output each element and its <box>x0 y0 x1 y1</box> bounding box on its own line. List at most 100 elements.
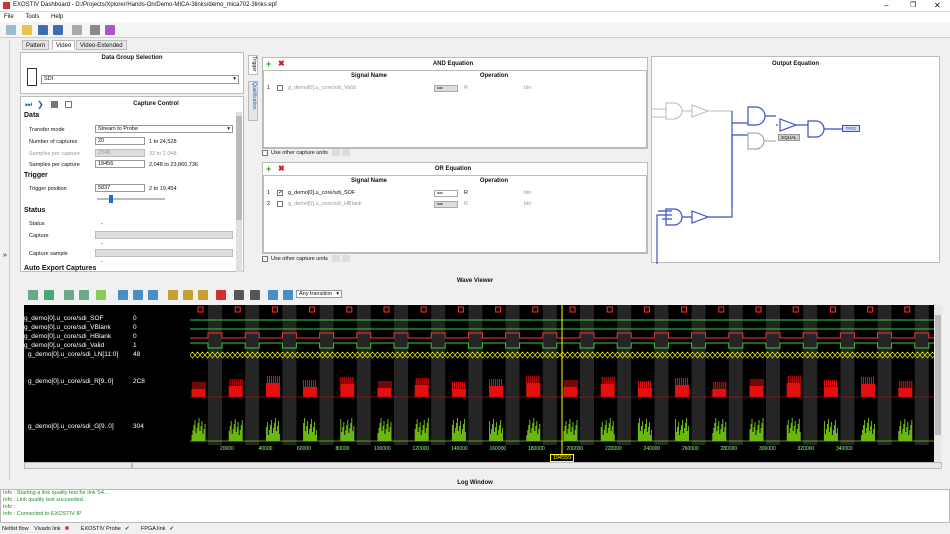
add-icon[interactable]: + <box>266 164 271 174</box>
menu-file[interactable]: File <box>4 14 14 20</box>
row-value[interactable]: R <box>464 83 468 93</box>
signal-name[interactable]: g_demo[0].u_core/sdi_VBlank <box>24 324 111 331</box>
capture-progress <box>95 231 233 239</box>
new-icon[interactable] <box>6 25 16 35</box>
prev-edge-icon[interactable] <box>268 290 278 300</box>
save-as-icon[interactable] <box>53 25 63 35</box>
signal-name[interactable]: g_demo[0].u_core/sdi_SOF <box>24 315 104 322</box>
row-value[interactable]: R <box>464 188 468 198</box>
trigger-slider-handle[interactable] <box>109 195 113 203</box>
blank-region <box>394 305 408 445</box>
wave-hscroll-main[interactable] <box>132 462 942 469</box>
marker-icon[interactable] <box>168 290 178 300</box>
mux-icon <box>27 68 37 86</box>
settings-icon[interactable] <box>90 25 100 35</box>
remove-icon[interactable]: ✖ <box>278 164 285 173</box>
menu-tools[interactable]: Tools <box>25 14 39 20</box>
row-checkbox[interactable] <box>277 201 283 207</box>
waveform-canvas[interactable]: 20000 40000 60000 80000 100000 120000 140000 16… <box>190 305 934 462</box>
tool-icon[interactable] <box>44 290 54 300</box>
op-select[interactable]: == <box>434 190 458 197</box>
next-edge-icon[interactable] <box>283 290 293 300</box>
time-tick-label: 120000 <box>412 446 430 452</box>
maximize-icon[interactable]: ❐ <box>910 1 916 9</box>
menu-help[interactable]: Help <box>51 14 63 20</box>
row-checkbox[interactable] <box>277 85 283 91</box>
signal-name[interactable]: g_demo[0].u_core/sdi_Valid <box>24 342 104 349</box>
transfer-mode-select[interactable]: Stream to Probe ▾ <box>95 125 233 133</box>
side-tabs: Trigger Qualification <box>248 55 258 127</box>
samples-per-capture-input-2[interactable]: 19456 <box>95 160 145 168</box>
signal-name[interactable]: g_demo[0].u_core/sdi_R[9..0] <box>28 378 113 385</box>
zoom-fit-icon[interactable] <box>118 290 128 300</box>
tool-icon[interactable] <box>28 290 38 300</box>
expand-icon[interactable]: » <box>3 252 7 259</box>
link-icon[interactable] <box>72 25 82 35</box>
close-icon[interactable]: ✕ <box>934 1 941 10</box>
marker-icon[interactable] <box>183 290 193 300</box>
trigger-marker <box>718 306 725 313</box>
row-value[interactable]: R <box>464 199 468 209</box>
capture-sample-progress <box>95 249 233 257</box>
samples-per-capture-select-1[interactable]: 2048 <box>95 149 145 157</box>
row-checkbox[interactable]: ✓ <box>277 190 283 196</box>
table-row[interactable]: 1 ✓ g_demo[0].u_core/sdi_SOF == R bin <box>264 188 646 198</box>
trigger-marker <box>271 306 278 313</box>
tab-trigger[interactable]: Trigger <box>248 55 258 75</box>
run-icon[interactable]: ⏭ <box>25 100 32 110</box>
minimize-icon[interactable]: – <box>884 1 888 10</box>
num-captures-input[interactable]: 20 <box>95 137 145 145</box>
and-use-other-checkbox[interactable] <box>262 150 268 156</box>
or-use-other-checkbox[interactable] <box>262 256 268 262</box>
op-select[interactable]: == <box>434 201 458 208</box>
tab-pattern[interactable]: Pattern <box>22 40 50 50</box>
signal-name[interactable]: g_demo[0].u_core/sdi_G[9..0] <box>28 423 114 430</box>
tab-video[interactable]: Video <box>52 40 76 50</box>
trigger-slider-track[interactable] <box>97 198 165 200</box>
tab-video-extended[interactable]: Video-Extended <box>76 40 127 50</box>
wave-hscroll[interactable] <box>24 462 132 469</box>
logic-diagram <box>652 102 842 264</box>
waveform-svg[interactable] <box>190 305 934 462</box>
save-icon[interactable] <box>38 25 48 35</box>
cursor-label: 194559 <box>550 454 574 462</box>
zoom-out-icon[interactable] <box>148 290 158 300</box>
transition-select[interactable]: Any transition ▾ <box>296 290 342 298</box>
signal-name[interactable]: g_demo[0].u_core/sdi_LN[11:0] <box>28 351 118 358</box>
add-icon[interactable]: + <box>266 59 271 69</box>
left-collapse[interactable]: » <box>2 40 10 480</box>
tool-icon[interactable] <box>64 290 74 300</box>
remove-icon[interactable]: ✖ <box>278 59 285 68</box>
edit-icon[interactable] <box>332 149 340 156</box>
expand-units-icon[interactable] <box>342 149 350 156</box>
search-icon[interactable] <box>234 290 244 300</box>
expand-units-icon[interactable] <box>342 255 350 262</box>
trigger-position-input[interactable]: 5837 <box>95 184 145 192</box>
table-row[interactable]: 2 g_demo[0].u_core/sdi_HBlank == R bin <box>264 199 646 209</box>
op-select[interactable]: == <box>434 85 458 92</box>
tool-icon[interactable] <box>96 290 106 300</box>
status-label: Status <box>29 221 45 227</box>
time-tick-label: 20000 <box>220 446 234 452</box>
view-tabs: Pattern Video Video-Extended <box>22 40 242 50</box>
log-window: Info : Starting a link quality test for … <box>0 489 950 523</box>
step-icon[interactable]: ❯ <box>37 100 44 109</box>
open-icon[interactable] <box>22 25 32 35</box>
tab-qualification[interactable]: Qualification <box>248 81 258 121</box>
capture-scrollbar[interactable] <box>236 112 242 272</box>
edit-icon[interactable] <box>332 255 340 262</box>
magnet-icon[interactable] <box>216 290 226 300</box>
marker-icon[interactable] <box>198 290 208 300</box>
stop-icon[interactable] <box>51 101 58 108</box>
zoom-in-icon[interactable] <box>133 290 143 300</box>
search-icon[interactable] <box>250 290 260 300</box>
table-row[interactable]: 1 g_demo[0].u_core/sdi_Valid == R bin <box>264 83 646 93</box>
data-group-value: SDI <box>44 76 54 82</box>
signal-name[interactable]: g_demo[0].u_core/sdi_HBlank <box>24 333 111 340</box>
tool-icon[interactable] <box>79 290 89 300</box>
wave-vscroll[interactable] <box>934 305 942 462</box>
status-vivado: Vivado link <box>34 526 61 532</box>
bug-icon[interactable] <box>105 25 115 35</box>
export-icon[interactable] <box>65 101 72 108</box>
data-group-select[interactable]: SDI ▾ <box>41 75 239 84</box>
